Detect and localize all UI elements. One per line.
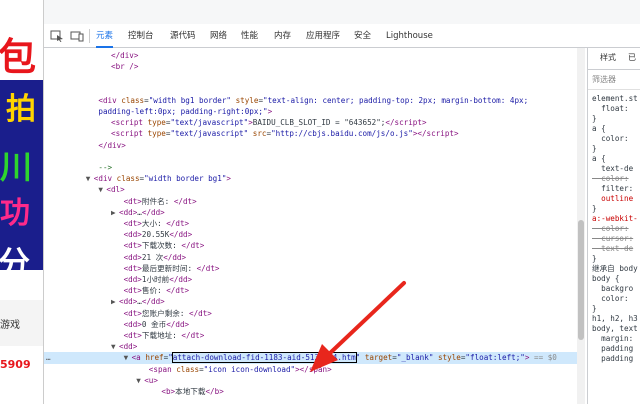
dom-tree-line[interactable]: <dd>21 次</dd> [44, 252, 580, 263]
game-button[interactable]: 游戏 [0, 316, 20, 331]
dom-tree-line[interactable]: <b>本地下载</b> [44, 386, 580, 397]
scrollbar-thumb[interactable] [578, 220, 584, 340]
style-rule-line: color: [592, 294, 634, 303]
tab-console[interactable]: 控制台 [128, 24, 154, 48]
page-top [0, 0, 43, 24]
style-rule-line: padding [592, 354, 634, 363]
dom-tree-line[interactable]: <script type="text/javascript">BAIDU_CLB… [44, 117, 580, 128]
webpage-preview: 包 拍 川 功 分 游戏 5909 [0, 0, 44, 404]
tab-application[interactable]: 应用程序 [306, 24, 340, 48]
tab-performance[interactable]: 性能 [241, 24, 258, 48]
style-rule-line: text-de [592, 164, 634, 173]
style-rule-line: backgro [592, 284, 634, 293]
dom-tree-line[interactable]: <dt>下载地址: </dt> [44, 330, 580, 341]
dom-tree-line[interactable]: </div> [44, 50, 580, 61]
dom-tree-line[interactable]: ▶ <dd>…</dd> [44, 207, 580, 218]
dom-tree-line[interactable]: <br /> [44, 61, 580, 72]
dom-tree-line[interactable]: <dt>最后更新时间: </dt> [44, 263, 580, 274]
style-rule-line: color: [592, 174, 629, 183]
tab-memory[interactable]: 内存 [274, 24, 291, 48]
dom-tree-line[interactable]: ▼ <div class="width border bg1"> [44, 173, 580, 184]
dom-tree-line[interactable]: <dt>您账户剩余: </dt> [44, 308, 580, 319]
style-rule-line: } [592, 144, 597, 153]
dom-tree-line[interactable] [44, 72, 580, 83]
dom-tree-line[interactable]: <dd>1小时前</dd> [44, 274, 580, 285]
tab-sources[interactable]: 源代码 [170, 24, 196, 48]
styles-tabs: 样式 已 [588, 48, 640, 70]
banner-char-1: 包 [0, 35, 37, 79]
banner-char-3: 川 [0, 148, 33, 186]
dom-tree-line[interactable] [44, 151, 580, 162]
tab-network[interactable]: 网络 [210, 24, 227, 48]
dom-tree-line[interactable]: <span class="icon icon-download"></span> [44, 364, 580, 375]
tab-computed[interactable]: 已 [628, 53, 636, 63]
devtools-topbar [44, 0, 640, 24]
dom-tree-line[interactable]: ▼ <u> [44, 375, 580, 386]
style-rule-line: text-de [592, 244, 634, 253]
style-rule-line: } [592, 304, 597, 313]
style-rule-line: 继承自 body [592, 264, 638, 273]
dom-tree-line[interactable] [44, 84, 580, 95]
toolbar-divider [89, 29, 90, 43]
style-rule-line: padding [592, 344, 634, 353]
inspect-element-icon[interactable] [50, 30, 64, 42]
dom-tree-line[interactable]: padding-left:0px; padding-right:0px;"> [44, 106, 580, 117]
banner-char-2: 拍 [6, 92, 36, 127]
style-rule-line: color: [592, 224, 629, 233]
styles-filter-input[interactable]: 筛选器 [592, 75, 616, 85]
dom-tree-line[interactable]: ▼ <dd> [44, 341, 580, 352]
dom-tree-line[interactable]: <dt>下载次数: </dt> [44, 240, 580, 251]
dom-tree-line[interactable]: ▶ <dd>…</dd> [44, 296, 580, 307]
style-rule-line: filter: [592, 184, 634, 193]
style-rule-line: cursor: [592, 234, 634, 243]
devtools-toolbar: 元素 控制台 源代码 网络 性能 内存 应用程序 安全 Lighthouse [44, 24, 640, 48]
tab-styles[interactable]: 样式 [600, 53, 616, 63]
style-rule-line: a { [592, 154, 606, 163]
page-number: 5909 [0, 358, 31, 371]
dom-tree-line[interactable]: <div class="width bg1 border" style="tex… [44, 95, 580, 106]
tab-elements[interactable]: 元素 [96, 24, 114, 48]
styles-filter-area: 筛选器 [588, 70, 640, 90]
selected-dom-node[interactable]: ▼ <a href="attach-download-fid-1183-aid-5… [44, 352, 580, 364]
banner-char-4: 功 [0, 196, 30, 231]
dom-tree-line[interactable]: <dd>20.55K</dd> [44, 229, 580, 240]
style-rule-line: outline [592, 194, 634, 203]
style-rule-line: body { [592, 274, 620, 283]
dom-tree-line[interactable]: ▼ <dl> [44, 184, 580, 195]
style-rule-line: h1, h2, h3 [592, 314, 638, 323]
style-rule-line: color: [592, 134, 634, 143]
style-rule-line: } [592, 254, 597, 263]
style-rule-line: body, text [592, 324, 638, 333]
dom-tree-line[interactable]: <dt>大小: </dt> [44, 218, 580, 229]
device-toolbar-icon[interactable] [70, 30, 84, 42]
dom-tree-line[interactable]: </div> [44, 140, 580, 151]
style-rule-line: margin: [592, 334, 634, 343]
selected-node-gutter-icon: … [46, 353, 51, 363]
dom-tree-line[interactable]: --> [44, 162, 580, 173]
dom-tree-line[interactable]: <dt>附件名: </dt> [44, 196, 580, 207]
style-rule-line: a:-webkit- [592, 214, 638, 223]
dom-tree-line[interactable]: <script type="text/javascript" src="http… [44, 128, 580, 139]
elements-tree[interactable]: </div> <br /> <div class="width bg1 border… [44, 48, 580, 404]
tab-security[interactable]: 安全 [354, 24, 371, 48]
dom-tree-line[interactable]: <dt>售价: </dt> [44, 285, 580, 296]
devtools-panel: 元素 控制台 源代码 网络 性能 内存 应用程序 安全 Lighthouse <… [44, 0, 640, 404]
banner-char-5: 分 [0, 244, 31, 282]
dom-tree-line[interactable]: <dd>0 金币</dd> [44, 319, 580, 330]
elements-scrollbar[interactable] [577, 48, 585, 404]
style-rule-line: a { [592, 124, 606, 133]
style-rule-line: float: [592, 104, 634, 113]
style-rule-line: } [592, 114, 597, 123]
style-rule-line: } [592, 204, 597, 213]
styles-pane: 样式 已 筛选器 element.st float: } a { color: }… [587, 48, 640, 404]
tab-lighthouse[interactable]: Lighthouse [386, 24, 433, 48]
style-rule-line: element.st [592, 94, 638, 103]
